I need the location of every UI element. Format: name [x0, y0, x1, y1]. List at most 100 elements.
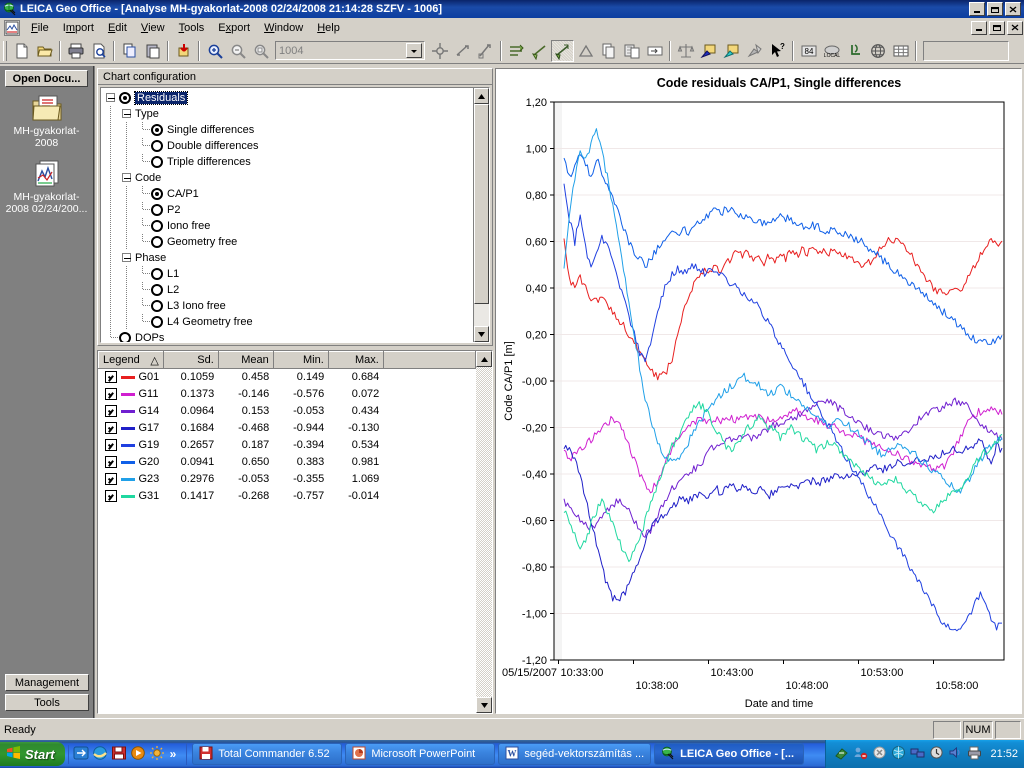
- menu-item-file[interactable]: FFileile: [24, 20, 56, 36]
- scrollbar-thumb[interactable]: [474, 104, 489, 304]
- tree-vertical-scrollbar[interactable]: [473, 88, 489, 342]
- legend-column-header-sd[interactable]: Sd.: [162, 351, 219, 369]
- legend-row[interactable]: G31 0.1417 -0.268 -0.757 -0.014: [99, 488, 476, 505]
- chevron-double-right-icon[interactable]: »: [168, 747, 179, 761]
- help-cursor-icon[interactable]: ?: [766, 40, 789, 62]
- radio-button-empty[interactable]: [151, 236, 163, 248]
- open-document-item-chart[interactable]: MH-gyakorlat-2008 02/24/200...: [0, 159, 93, 215]
- network-icon[interactable]: [834, 745, 849, 763]
- globe-green-icon[interactable]: [891, 745, 906, 763]
- legend-vertical-scrollbar[interactable]: [476, 351, 492, 713]
- radio-button-empty[interactable]: [151, 220, 163, 232]
- tree-node[interactable]: Code: [103, 170, 473, 186]
- mdi-close-button[interactable]: [1007, 20, 1023, 35]
- legend-row[interactable]: G01 0.1059 0.458 0.149 0.684: [99, 369, 476, 386]
- view-vector-icon[interactable]: [451, 40, 474, 62]
- menu-item-export[interactable]: Export: [211, 20, 257, 36]
- tree-expander-minus-icon[interactable]: [119, 106, 135, 122]
- mdi-restore-button[interactable]: [989, 20, 1005, 35]
- scroll-up-icon[interactable]: [474, 88, 489, 104]
- copy-icon[interactable]: [118, 40, 141, 62]
- menu-item-import[interactable]: Import: [56, 20, 101, 36]
- start-button[interactable]: Start: [0, 742, 65, 766]
- new-document-icon[interactable]: [10, 40, 33, 62]
- scroll-up-icon[interactable]: [476, 351, 492, 367]
- radio-button-empty[interactable]: [151, 140, 163, 152]
- process-icon[interactable]: [505, 40, 528, 62]
- copy-layer-icon[interactable]: [597, 40, 620, 62]
- menu-item-tools[interactable]: Tools: [172, 20, 212, 36]
- grid-icon[interactable]: [889, 40, 912, 62]
- tools-button[interactable]: Tools: [5, 694, 89, 711]
- chevron-down-icon[interactable]: [406, 43, 422, 58]
- open-folder-icon[interactable]: [33, 40, 56, 62]
- paste-icon[interactable]: [141, 40, 164, 62]
- network-connection-icon[interactable]: [910, 745, 925, 763]
- tree-node[interactable]: Type: [103, 106, 473, 122]
- radio-button-selected[interactable]: [151, 124, 163, 136]
- legend-row-checkbox[interactable]: [104, 405, 117, 417]
- close-round-icon[interactable]: [872, 745, 887, 763]
- menu-item-view[interactable]: View: [134, 20, 172, 36]
- legend-row[interactable]: G14 0.0964 0.153 -0.053 0.434: [99, 403, 476, 420]
- radio-button-selected[interactable]: [119, 92, 131, 104]
- restore-button[interactable]: [987, 2, 1003, 16]
- tree-node[interactable]: Iono free: [103, 218, 473, 234]
- tree-node[interactable]: P2: [103, 202, 473, 218]
- legend-row[interactable]: G17 0.1684 -0.468 -0.944 -0.130: [99, 420, 476, 437]
- tree-node[interactable]: L2: [103, 282, 473, 298]
- minimize-button[interactable]: [969, 2, 985, 16]
- task-button-leica-geo-office[interactable]: LEICA Geo Office - [...: [654, 743, 805, 765]
- scroll-down-icon[interactable]: [476, 697, 492, 713]
- task-button-word[interactable]: W segéd-vektorszámítás ...: [498, 743, 652, 765]
- tree-node[interactable]: L4 Geometry free: [103, 314, 473, 330]
- menu-item-help[interactable]: Help: [310, 20, 347, 36]
- local-datum-icon[interactable]: LOCAL: [820, 40, 843, 62]
- open-document-item-project[interactable]: MH-gyakorlat-2008: [0, 93, 93, 149]
- view-point-icon[interactable]: [428, 40, 451, 62]
- tree-node[interactable]: Triple differences: [103, 154, 473, 170]
- media-player-icon[interactable]: [130, 745, 146, 764]
- radio-button-empty[interactable]: [151, 204, 163, 216]
- tree-expander-minus-icon[interactable]: [119, 250, 135, 266]
- view-vector2-icon[interactable]: [474, 40, 497, 62]
- sun-icon[interactable]: [149, 745, 165, 764]
- print-preview-icon[interactable]: [87, 40, 110, 62]
- legend-row[interactable]: G23 0.2976 -0.053 -0.355 1.069: [99, 471, 476, 488]
- copy-layer2-icon[interactable]: [620, 40, 643, 62]
- legend-row-checkbox[interactable]: [104, 490, 117, 502]
- gps-cyan-icon[interactable]: [720, 40, 743, 62]
- wgs84-icon[interactable]: 84: [797, 40, 820, 62]
- printer-icon[interactable]: [967, 745, 982, 763]
- scrollbar-track[interactable]: [474, 304, 489, 326]
- radio-button-empty[interactable]: [151, 300, 163, 312]
- tree-expander-minus-icon[interactable]: [103, 90, 119, 106]
- internet-explorer-icon[interactable]: [92, 745, 108, 764]
- tree-expander-minus-icon[interactable]: [119, 170, 135, 186]
- import-raw-data-icon[interactable]: [172, 40, 195, 62]
- management-button[interactable]: Management: [5, 674, 89, 691]
- legend-row[interactable]: G20 0.0941 0.650 0.383 0.981: [99, 454, 476, 471]
- tree-node[interactable]: Phase: [103, 250, 473, 266]
- legend-row[interactable]: G11 0.1373 -0.146 -0.576 0.072: [99, 386, 476, 403]
- volume-icon[interactable]: [948, 745, 963, 763]
- legend-row[interactable]: G19 0.2657 0.187 -0.394 0.534: [99, 437, 476, 454]
- legend-row-checkbox[interactable]: [104, 422, 117, 434]
- print-icon[interactable]: [64, 40, 87, 62]
- legend-row-checkbox[interactable]: [104, 473, 117, 485]
- mdi-minimize-button[interactable]: [971, 20, 987, 35]
- legend-column-header-legend[interactable]: Legend △: [98, 351, 164, 369]
- close-button[interactable]: [1005, 2, 1021, 16]
- legend-row-checkbox[interactable]: [104, 371, 117, 384]
- tree-node[interactable]: Residuals: [103, 90, 473, 106]
- adjust2-icon[interactable]: [551, 39, 574, 62]
- globe-icon[interactable]: [866, 40, 889, 62]
- tree-node[interactable]: Double differences: [103, 138, 473, 154]
- toolbar-empty-field[interactable]: [923, 40, 1009, 61]
- scrollbar-track[interactable]: [476, 367, 492, 697]
- menu-item-window[interactable]: Window: [257, 20, 310, 36]
- legend-column-header-min[interactable]: Min.: [272, 351, 329, 369]
- radio-button-empty[interactable]: [151, 268, 163, 280]
- radio-button-empty[interactable]: [151, 156, 163, 168]
- tree-node[interactable]: Single differences: [103, 122, 473, 138]
